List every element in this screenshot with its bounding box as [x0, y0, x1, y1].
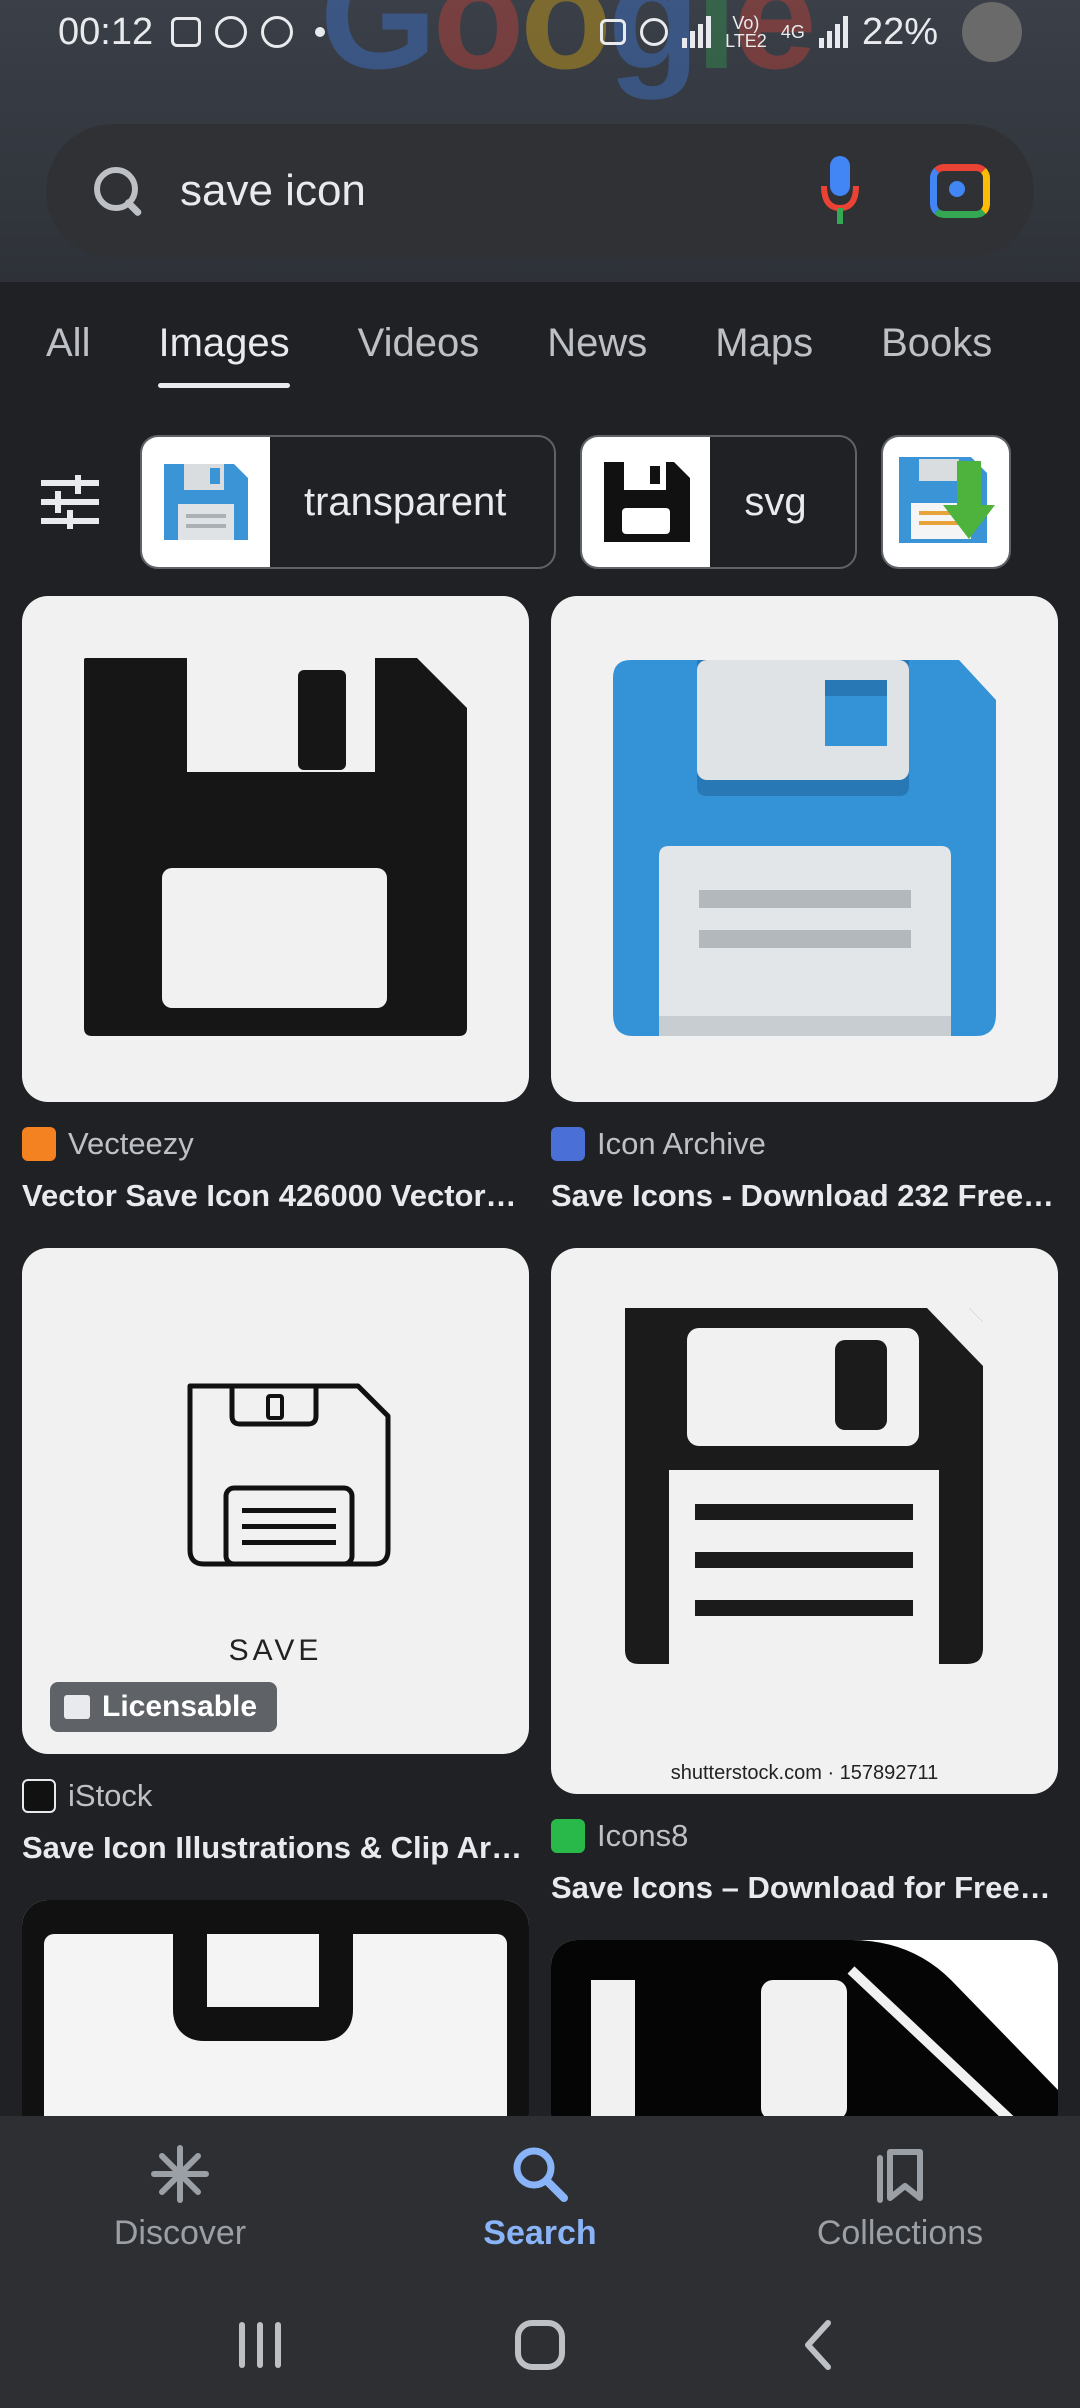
bookmarks-icon	[877, 2149, 923, 2203]
tab-books[interactable]: Books	[881, 321, 992, 366]
icons8-icon	[551, 1819, 585, 1853]
floppy-disk-icon	[187, 1383, 391, 1567]
result-thumbnail[interactable]	[551, 596, 1058, 1102]
search-bar[interactable]: save icon	[46, 124, 1034, 258]
whatsapp-notification-icon	[261, 16, 294, 48]
result-thumbnail[interactable]	[22, 1900, 529, 2140]
image-result[interactable]	[551, 1940, 1058, 2140]
avatar[interactable]	[962, 2, 1022, 62]
tab-images[interactable]: Images	[158, 321, 290, 388]
network-type-label: 4G	[780, 22, 805, 42]
nav-discover[interactable]: Discover	[0, 2116, 360, 2282]
recent-apps-icon[interactable]	[230, 2315, 290, 2375]
source-name: iStock	[68, 1778, 153, 1813]
image-result[interactable]: shutterstock.com · 157892711 Icons8 Save…	[551, 1248, 1058, 1906]
home-icon[interactable]	[510, 2315, 570, 2375]
nav-label: Discover	[113, 2214, 247, 2252]
floppy-disk-icon	[613, 660, 996, 1036]
image-caption: SAVE	[228, 1634, 323, 1667]
google-lens-icon[interactable]	[930, 164, 990, 218]
filter-button[interactable]	[0, 434, 140, 570]
result-title[interactable]: Vector Save Icon 426000 Vector…	[22, 1178, 529, 1214]
header: Google 00:12 Vo) LTE2 4G 22% save icon	[0, 0, 1080, 282]
result-thumbnail[interactable]: shutterstock.com · 157892711	[551, 1248, 1058, 1794]
chip-svg[interactable]: svg	[580, 435, 857, 569]
tab-news[interactable]: News	[547, 321, 647, 366]
result-source[interactable]: iStock	[22, 1778, 529, 1814]
floppy-disk-icon	[22, 1900, 529, 2140]
volte-label: Vo) LTE2	[725, 13, 767, 51]
microphone-icon[interactable]	[820, 156, 860, 226]
istock-icon	[22, 1779, 56, 1813]
image-result[interactable]: Vecteezy Vector Save Icon 426000 Vector…	[22, 596, 529, 1214]
source-name: Vecteezy	[68, 1126, 194, 1161]
image-result[interactable]: SAVE Licensable iStock Save Icon Illustr…	[22, 1248, 529, 1866]
image-result[interactable]	[22, 1900, 529, 2140]
icon-archive-icon	[551, 1127, 585, 1161]
back-icon[interactable]	[790, 2315, 850, 2375]
signal-icon	[818, 16, 848, 48]
system-status-icons: Vo) LTE2 4G 22%	[599, 2, 1022, 62]
more-notifications-icon	[315, 27, 326, 37]
image-icon	[64, 1695, 90, 1719]
source-name: Icons8	[597, 1818, 689, 1853]
nav-label: Search	[483, 2214, 597, 2252]
alarm-icon	[639, 18, 668, 46]
status-bar: 00:12 Vo) LTE2 4G 22%	[0, 0, 1080, 64]
tab-maps[interactable]: Maps	[715, 321, 813, 366]
result-title[interactable]: Save Icon Illustrations & Clip Ar…	[22, 1830, 529, 1866]
search-input[interactable]: save icon	[180, 166, 820, 216]
floppy-download-icon	[882, 437, 1009, 567]
bottom-navigation: Discover Search Collections	[0, 2116, 1080, 2282]
chip-label: svg	[744, 479, 807, 524]
nav-search[interactable]: Search	[360, 2116, 720, 2282]
result-thumbnail[interactable]	[22, 596, 529, 1102]
vecteezy-icon	[22, 1127, 56, 1161]
search-icon	[90, 163, 146, 219]
data-saver-icon	[599, 19, 626, 45]
result-source[interactable]: Icon Archive	[551, 1126, 1058, 1162]
source-name: Icon Archive	[597, 1126, 766, 1161]
status-time: 00:12	[58, 10, 154, 53]
whatsapp-notification-icon	[215, 16, 248, 48]
signal-icon	[681, 16, 711, 48]
badge-label: Licensable	[102, 1690, 258, 1723]
result-title[interactable]: Save Icons - Download 232 Free…	[551, 1178, 1058, 1214]
search-tabs: All Images Videos News Maps Books	[0, 282, 1080, 404]
chip-more[interactable]	[880, 435, 1011, 569]
nav-collections[interactable]: Collections	[720, 2116, 1080, 2282]
tab-videos[interactable]: Videos	[358, 321, 480, 366]
result-title[interactable]: Save Icons – Download for Free…	[551, 1870, 1058, 1906]
floppy-disk-icon	[142, 437, 270, 567]
chip-transparent[interactable]: transparent	[140, 435, 557, 569]
result-thumbnail[interactable]	[551, 1940, 1058, 2140]
licensable-badge[interactable]: Licensable	[50, 1682, 278, 1732]
notification-icons	[171, 16, 326, 48]
floppy-disk-icon	[625, 1308, 983, 1664]
image-result[interactable]: Icon Archive Save Icons - Download 232 F…	[551, 596, 1058, 1214]
image-watermark: shutterstock.com · 157892711	[670, 1762, 939, 1784]
tune-icon	[41, 475, 99, 529]
floppy-disk-icon	[582, 437, 711, 567]
result-source[interactable]: Vecteezy	[22, 1126, 529, 1162]
floppy-disk-icon	[551, 1940, 1058, 2140]
search-icon	[513, 2147, 568, 2202]
gallery-notification-icon	[171, 17, 202, 47]
nav-label: Collections	[816, 2214, 984, 2252]
asterisk-icon	[151, 2145, 209, 2203]
result-thumbnail[interactable]: SAVE Licensable	[22, 1248, 529, 1754]
refinement-chips: transparent svg	[0, 434, 1080, 570]
battery-level: 22%	[861, 10, 938, 53]
floppy-disk-icon	[84, 656, 467, 1036]
system-navigation-bar	[0, 2282, 1080, 2408]
tab-all[interactable]: All	[46, 321, 90, 366]
chip-label: transparent	[304, 479, 507, 524]
result-source[interactable]: Icons8	[551, 1818, 1058, 1854]
